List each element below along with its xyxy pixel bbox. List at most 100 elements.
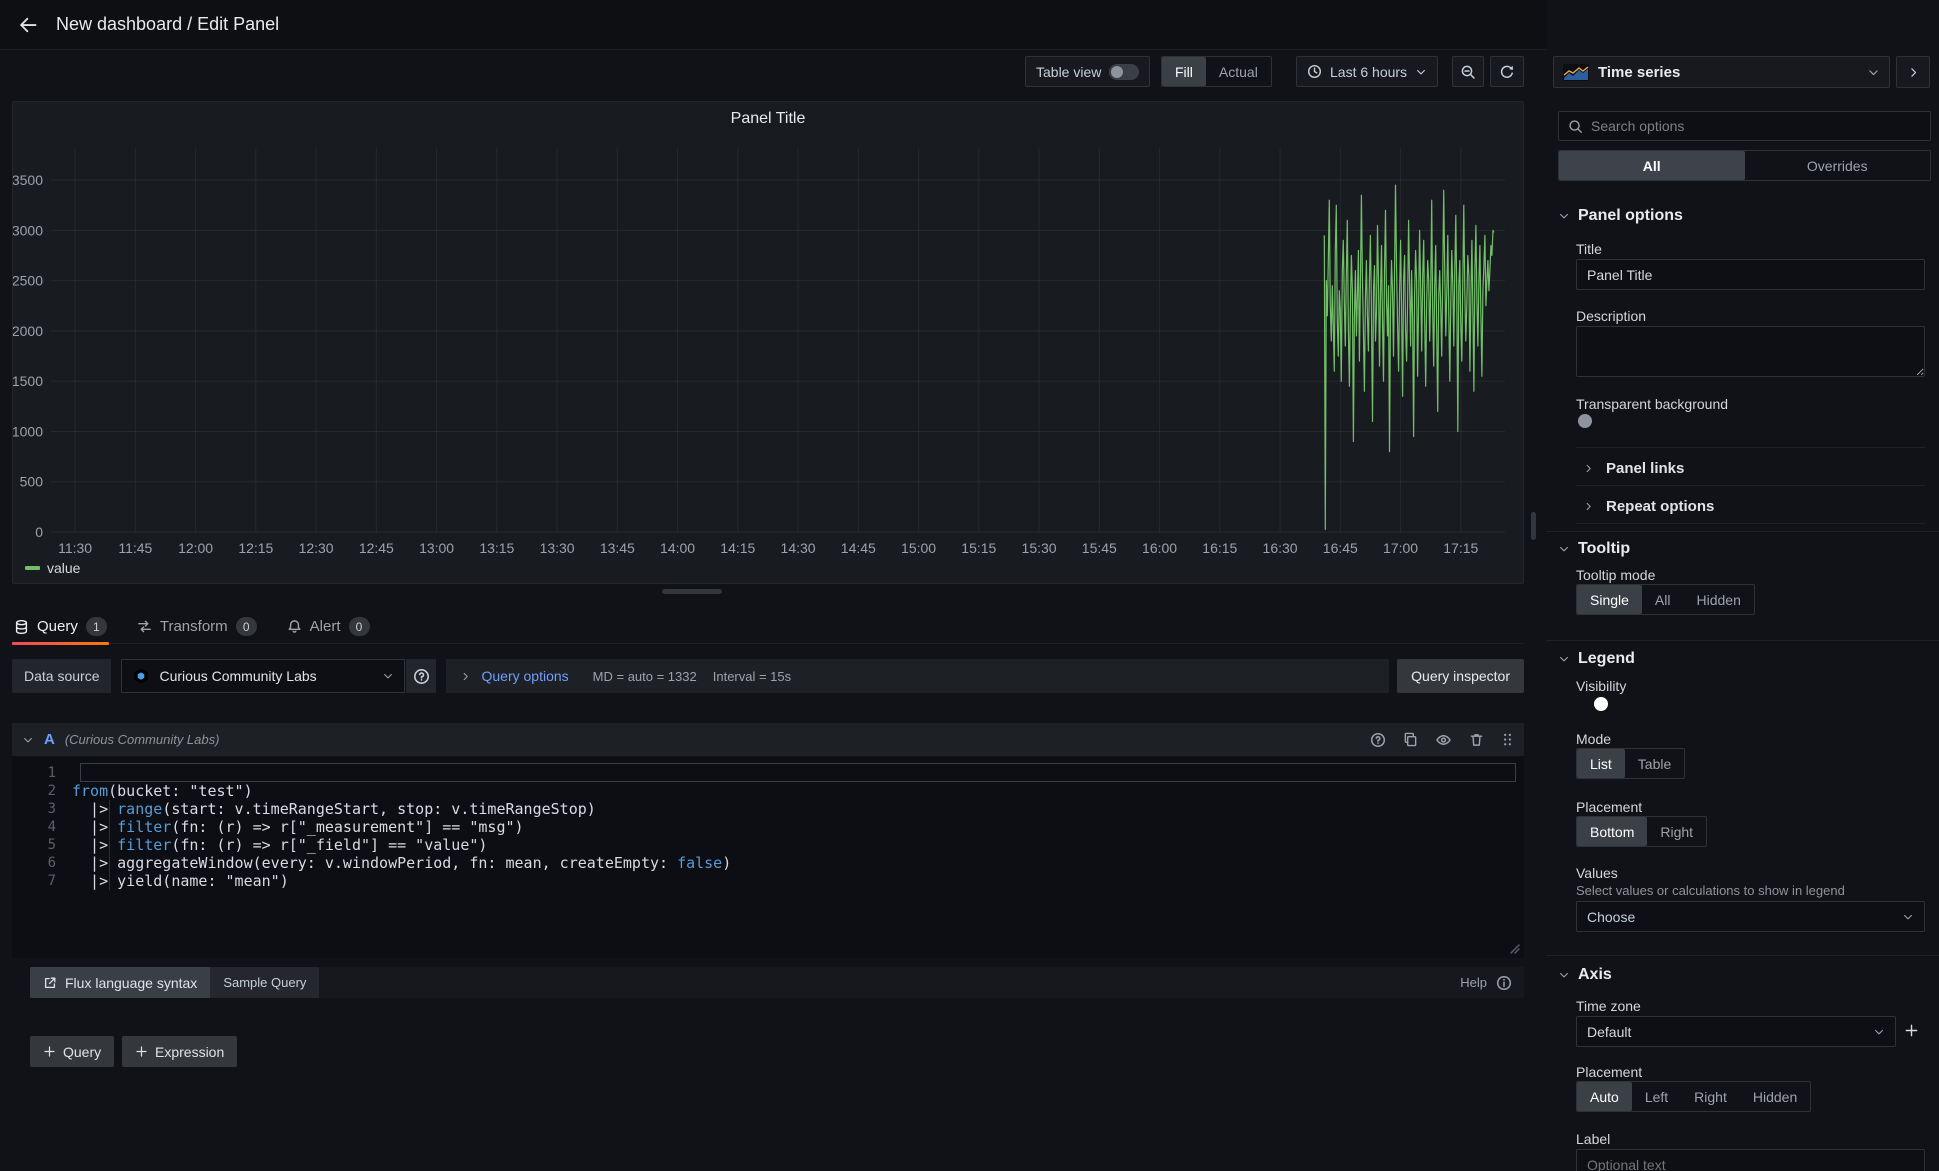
timeseries-plot[interactable]: 050010001500200025003000350011:3011:4512… bbox=[13, 102, 1523, 583]
flux-editor-footer: Flux language syntax Sample Query Help bbox=[30, 967, 1524, 998]
options-search[interactable] bbox=[1558, 111, 1931, 141]
plus-icon bbox=[1904, 1023, 1919, 1038]
time-range-picker[interactable]: Last 6 hours bbox=[1296, 56, 1438, 87]
add-query-button[interactable]: Query bbox=[30, 1036, 114, 1067]
viz-type-picker[interactable]: Time series bbox=[1553, 56, 1890, 88]
svg-text:16:00: 16:00 bbox=[1142, 540, 1177, 556]
svg-text:14:15: 14:15 bbox=[720, 540, 755, 556]
datasource-help-button[interactable] bbox=[405, 659, 436, 693]
actual-option[interactable]: Actual bbox=[1206, 57, 1271, 86]
add-timezone-button[interactable] bbox=[1904, 1023, 1919, 1038]
query-options-link[interactable]: Query options bbox=[481, 668, 568, 684]
tab-alert[interactable]: Alert 0 bbox=[285, 610, 372, 644]
panel-options-header[interactable]: Panel options bbox=[1558, 207, 1683, 225]
query-inspector-button[interactable]: Query inspector bbox=[1397, 659, 1524, 693]
flux-code-editor[interactable]: 1 2from(bucket: "test") 3 |> range(start… bbox=[12, 757, 1524, 958]
svg-text:15:45: 15:45 bbox=[1082, 540, 1117, 556]
legend-values-desc: Select values or calculations to show in… bbox=[1576, 883, 1845, 898]
tab-query[interactable]: Query 1 bbox=[12, 610, 109, 644]
legend-section-header[interactable]: Legend bbox=[1558, 650, 1635, 668]
query-ref-id[interactable]: A bbox=[44, 731, 55, 748]
code-line: 4 |> filter(fn: (r) => r["_measurement"]… bbox=[12, 818, 1516, 836]
chevron-down-icon bbox=[1558, 543, 1570, 555]
eye-icon bbox=[1435, 732, 1452, 748]
back-button[interactable] bbox=[8, 5, 48, 45]
datasource-name: Curious Community Labs bbox=[159, 668, 373, 684]
code-line: 7 |> yield(name: "mean") bbox=[12, 872, 1516, 890]
timezone-select[interactable]: Default bbox=[1576, 1016, 1896, 1047]
grip-dots-icon bbox=[1501, 732, 1514, 747]
editor-resize-handle[interactable] bbox=[1510, 944, 1520, 954]
editor-help-button[interactable]: Help bbox=[1460, 975, 1524, 991]
bell-icon bbox=[287, 619, 302, 634]
query-help-button[interactable] bbox=[1370, 732, 1386, 748]
collapse-options-button[interactable] bbox=[1896, 56, 1930, 88]
copy-icon bbox=[1403, 732, 1418, 747]
fill-option[interactable]: Fill bbox=[1162, 57, 1206, 86]
drag-query-handle[interactable] bbox=[1501, 732, 1514, 747]
options-search-input[interactable] bbox=[1591, 118, 1921, 134]
delete-query-button[interactable] bbox=[1469, 732, 1484, 747]
axis-placement-auto[interactable]: Auto bbox=[1577, 1082, 1632, 1111]
svg-text:11:45: 11:45 bbox=[118, 540, 152, 556]
max-data-points-stat: MD = auto = 1332 bbox=[593, 669, 697, 684]
table-view-toggle-group[interactable]: Table view bbox=[1025, 56, 1150, 87]
legend-values-label: Values bbox=[1576, 865, 1618, 881]
collapse-query-chevron-icon[interactable] bbox=[22, 734, 34, 746]
datasource-picker[interactable]: Curious Community Labs bbox=[121, 659, 405, 693]
sample-query-button[interactable]: Sample Query bbox=[210, 967, 319, 998]
title-field-label: Title bbox=[1576, 241, 1602, 257]
legend-placement-label: Placement bbox=[1576, 799, 1642, 815]
repeat-options-row[interactable]: Repeat options bbox=[1576, 490, 1925, 522]
svg-text:3000: 3000 bbox=[13, 222, 43, 238]
axis-placement-left[interactable]: Left bbox=[1632, 1082, 1681, 1111]
legend-values-select[interactable]: Choose bbox=[1576, 901, 1925, 932]
axis-label-label: Label bbox=[1576, 1131, 1610, 1147]
database-icon bbox=[14, 619, 29, 635]
svg-text:2000: 2000 bbox=[13, 323, 43, 339]
query-options-bar: Query options MD = auto = 1332 Interval … bbox=[446, 659, 1389, 693]
svg-text:15:15: 15:15 bbox=[961, 540, 996, 556]
zoom-out-button[interactable] bbox=[1452, 56, 1484, 87]
axis-placement-hidden[interactable]: Hidden bbox=[1740, 1082, 1810, 1111]
legend-mode-group: List Table bbox=[1576, 748, 1685, 779]
svg-text:12:00: 12:00 bbox=[178, 540, 213, 556]
arrow-left-icon bbox=[18, 15, 38, 35]
legend-placement-right[interactable]: Right bbox=[1647, 817, 1706, 846]
panel-title-input[interactable] bbox=[1576, 259, 1925, 290]
tooltip-mode-single[interactable]: Single bbox=[1577, 585, 1642, 614]
add-expression-button[interactable]: Expression bbox=[122, 1036, 237, 1067]
influxdb-logo-icon bbox=[132, 667, 150, 685]
axis-placement-right[interactable]: Right bbox=[1681, 1082, 1740, 1111]
refresh-button[interactable] bbox=[1490, 56, 1524, 87]
viz-panel[interactable]: Panel Title 0500100015002000250030003500… bbox=[12, 101, 1524, 584]
legend-mode-table[interactable]: Table bbox=[1625, 749, 1684, 778]
tooltip-mode-hidden[interactable]: Hidden bbox=[1683, 585, 1753, 614]
svg-text:12:45: 12:45 bbox=[359, 540, 394, 556]
legend-item[interactable]: value bbox=[25, 560, 80, 576]
vertical-splitter[interactable] bbox=[1531, 512, 1536, 540]
tooltip-section-header[interactable]: Tooltip bbox=[1558, 540, 1630, 558]
toggle-knob bbox=[1111, 66, 1123, 78]
axis-label-input[interactable] bbox=[1576, 1149, 1925, 1171]
svg-text:2500: 2500 bbox=[13, 273, 43, 289]
legend-placement-bottom[interactable]: Bottom bbox=[1577, 817, 1647, 846]
axis-section-header[interactable]: Axis bbox=[1558, 966, 1612, 984]
code-line: 2from(bucket: "test") bbox=[12, 782, 1516, 800]
tooltip-mode-all[interactable]: All bbox=[1642, 585, 1684, 614]
duplicate-query-button[interactable] bbox=[1403, 732, 1418, 747]
svg-text:13:15: 13:15 bbox=[479, 540, 514, 556]
panel-description-textarea[interactable] bbox=[1576, 326, 1925, 377]
panel-links-row[interactable]: Panel links bbox=[1576, 452, 1925, 484]
toggle-query-visibility-button[interactable] bbox=[1435, 732, 1452, 748]
table-view-switch[interactable] bbox=[1109, 64, 1139, 80]
flux-syntax-button[interactable]: Flux language syntax bbox=[30, 967, 210, 998]
tab-transform[interactable]: Transform 0 bbox=[135, 610, 259, 644]
filter-tab-overrides[interactable]: Overrides bbox=[1745, 151, 1931, 180]
horizontal-splitter[interactable] bbox=[662, 589, 722, 594]
filter-tab-all[interactable]: All bbox=[1559, 151, 1745, 180]
legend-mode-list[interactable]: List bbox=[1577, 749, 1625, 778]
svg-text:17:00: 17:00 bbox=[1383, 540, 1418, 556]
resize-corner-icon bbox=[1510, 944, 1520, 954]
tab-transform-label: Transform bbox=[160, 618, 228, 635]
